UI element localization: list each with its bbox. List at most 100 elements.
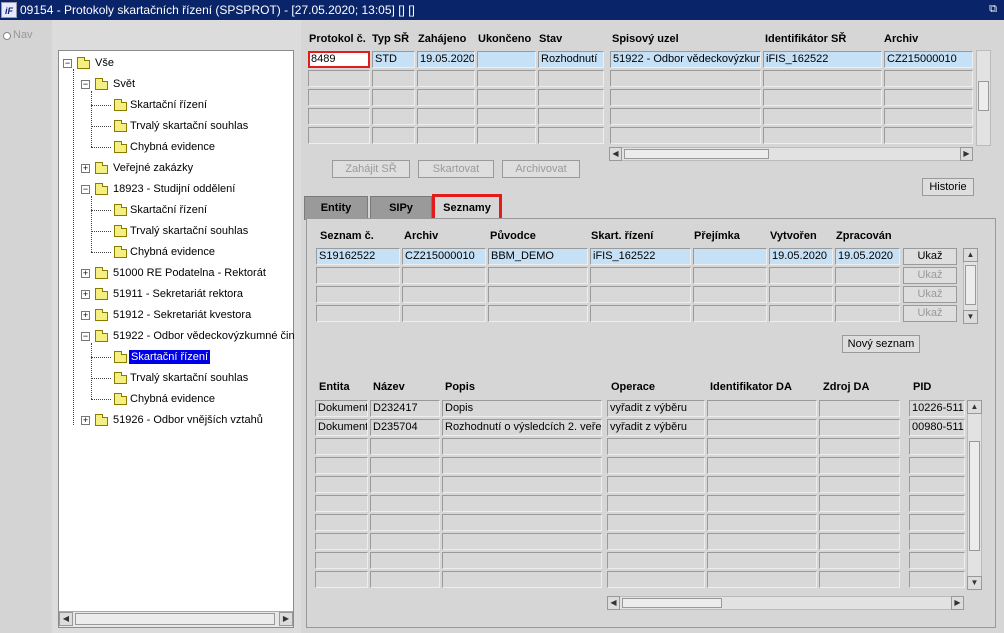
scroll-thumb[interactable]	[965, 265, 976, 305]
empty-cell[interactable]	[315, 514, 368, 531]
empty-cell[interactable]	[538, 89, 604, 106]
empty-cell[interactable]	[763, 70, 882, 87]
empty-cell[interactable]	[370, 533, 440, 550]
scroll-thumb[interactable]	[969, 441, 980, 551]
empty-cell[interactable]	[370, 571, 440, 588]
empty-cell[interactable]	[607, 438, 705, 455]
empty-cell[interactable]	[417, 89, 475, 106]
tree-item[interactable]: Trvalý skartační souhlas	[130, 224, 248, 238]
empty-cell[interactable]	[884, 127, 973, 144]
empty-cell[interactable]	[372, 70, 415, 87]
empty-cell[interactable]	[477, 70, 536, 87]
empty-cell[interactable]	[909, 438, 965, 455]
tree-item[interactable]: Skartační řízení	[130, 98, 207, 112]
show-list-button[interactable]: Ukaž	[903, 248, 957, 265]
empty-cell[interactable]	[909, 476, 965, 493]
tree-item[interactable]: Vše	[95, 56, 114, 70]
empty-cell[interactable]	[477, 89, 536, 106]
nav-radio-button[interactable]	[3, 32, 11, 40]
empty-cell[interactable]	[442, 571, 602, 588]
empty-cell[interactable]	[316, 286, 400, 303]
expand-toggle-icon[interactable]: +	[81, 311, 90, 320]
entity-description-field[interactable]: Rozhodnutí o výsledcích 2. veře	[442, 419, 602, 436]
tree-item[interactable]: Chybná evidence	[130, 245, 215, 259]
empty-cell[interactable]	[909, 514, 965, 531]
tab-sipy[interactable]: SIPy	[370, 196, 432, 220]
empty-cell[interactable]	[477, 108, 536, 125]
protocol-archive-field[interactable]: CZ215000010	[884, 51, 973, 68]
empty-cell[interactable]	[693, 305, 767, 322]
scroll-down-icon[interactable]: ▼	[967, 576, 982, 590]
empty-cell[interactable]	[693, 267, 767, 284]
empty-cell[interactable]	[402, 286, 486, 303]
empty-cell[interactable]	[370, 552, 440, 569]
empty-cell[interactable]	[417, 127, 475, 144]
empty-cell[interactable]	[763, 108, 882, 125]
tab-seznamy[interactable]: Seznamy	[432, 194, 502, 222]
empty-cell[interactable]	[707, 571, 817, 588]
list-originator-field[interactable]: BBM_DEMO	[488, 248, 588, 265]
protocol-type-field[interactable]: STD	[372, 51, 415, 68]
history-button[interactable]: Historie	[922, 178, 974, 196]
show-list-button[interactable]: Ukaž	[903, 267, 957, 284]
empty-cell[interactable]	[607, 495, 705, 512]
entity-pid-field[interactable]: 00980-511	[909, 419, 965, 436]
tree-item[interactable]: Trvalý skartační souhlas	[130, 371, 248, 385]
empty-cell[interactable]	[442, 457, 602, 474]
empty-cell[interactable]	[909, 533, 965, 550]
empty-cell[interactable]	[909, 495, 965, 512]
scroll-thumb[interactable]	[624, 149, 769, 159]
empty-cell[interactable]	[819, 457, 900, 474]
tree-item[interactable]: Veřejné zakázky	[113, 161, 193, 175]
empty-cell[interactable]	[835, 286, 900, 303]
expand-toggle-icon[interactable]: +	[81, 269, 90, 278]
empty-cell[interactable]	[607, 514, 705, 531]
protocol-horizontal-scrollbar[interactable]: ◀ ▶	[609, 147, 973, 161]
empty-cell[interactable]	[538, 70, 604, 87]
empty-cell[interactable]	[819, 514, 900, 531]
protocol-started-field[interactable]: 19.05.2020	[417, 51, 475, 68]
empty-cell[interactable]	[488, 305, 588, 322]
empty-cell[interactable]	[610, 89, 761, 106]
empty-cell[interactable]	[819, 571, 900, 588]
empty-cell[interactable]	[315, 438, 368, 455]
list-acceptance-field[interactable]	[693, 248, 767, 265]
protocol-identifier-field[interactable]: iFIS_162522	[763, 51, 882, 68]
new-list-button[interactable]: Nový seznam	[842, 335, 920, 353]
empty-cell[interactable]	[477, 127, 536, 144]
empty-cell[interactable]	[417, 108, 475, 125]
empty-cell[interactable]	[607, 571, 705, 588]
show-list-button[interactable]: Ukaž	[903, 305, 957, 322]
protocol-vertical-scrollbar[interactable]	[976, 50, 991, 146]
entity-ident-da-field[interactable]	[707, 419, 817, 436]
empty-cell[interactable]	[442, 438, 602, 455]
empty-cell[interactable]	[707, 552, 817, 569]
tree-horizontal-scrollbar[interactable]: ◀ ▶	[59, 611, 293, 627]
empty-cell[interactable]	[835, 305, 900, 322]
empty-cell[interactable]	[610, 108, 761, 125]
scroll-right-icon[interactable]: ▶	[279, 612, 293, 626]
tree-item[interactable]: 51922 - Odbor vědeckovýzkumné čin	[113, 329, 295, 343]
scroll-up-icon[interactable]: ▲	[967, 400, 982, 414]
empty-cell[interactable]	[315, 571, 368, 588]
list-processed-field[interactable]: 19.05.2020	[835, 248, 900, 265]
scroll-thumb[interactable]	[978, 81, 989, 111]
empty-cell[interactable]	[610, 70, 761, 87]
empty-cell[interactable]	[707, 514, 817, 531]
empty-cell[interactable]	[442, 533, 602, 550]
empty-cell[interactable]	[607, 533, 705, 550]
entity-operation-field[interactable]: vyřadit z výběru	[607, 419, 705, 436]
empty-cell[interactable]	[370, 495, 440, 512]
tab-entity[interactable]: Entity	[304, 196, 368, 220]
scroll-right-icon[interactable]: ▶	[951, 596, 964, 610]
collapse-toggle-icon[interactable]: −	[63, 59, 72, 68]
start-procedure-button[interactable]: Zahájit SŘ	[332, 160, 410, 178]
empty-cell[interactable]	[707, 438, 817, 455]
list-created-field[interactable]: 19.05.2020	[769, 248, 833, 265]
empty-cell[interactable]	[707, 476, 817, 493]
empty-cell[interactable]	[372, 127, 415, 144]
empty-cell[interactable]	[909, 457, 965, 474]
tree-item[interactable]: 18923 - Studijní oddělení	[113, 182, 235, 196]
empty-cell[interactable]	[819, 438, 900, 455]
empty-cell[interactable]	[315, 457, 368, 474]
